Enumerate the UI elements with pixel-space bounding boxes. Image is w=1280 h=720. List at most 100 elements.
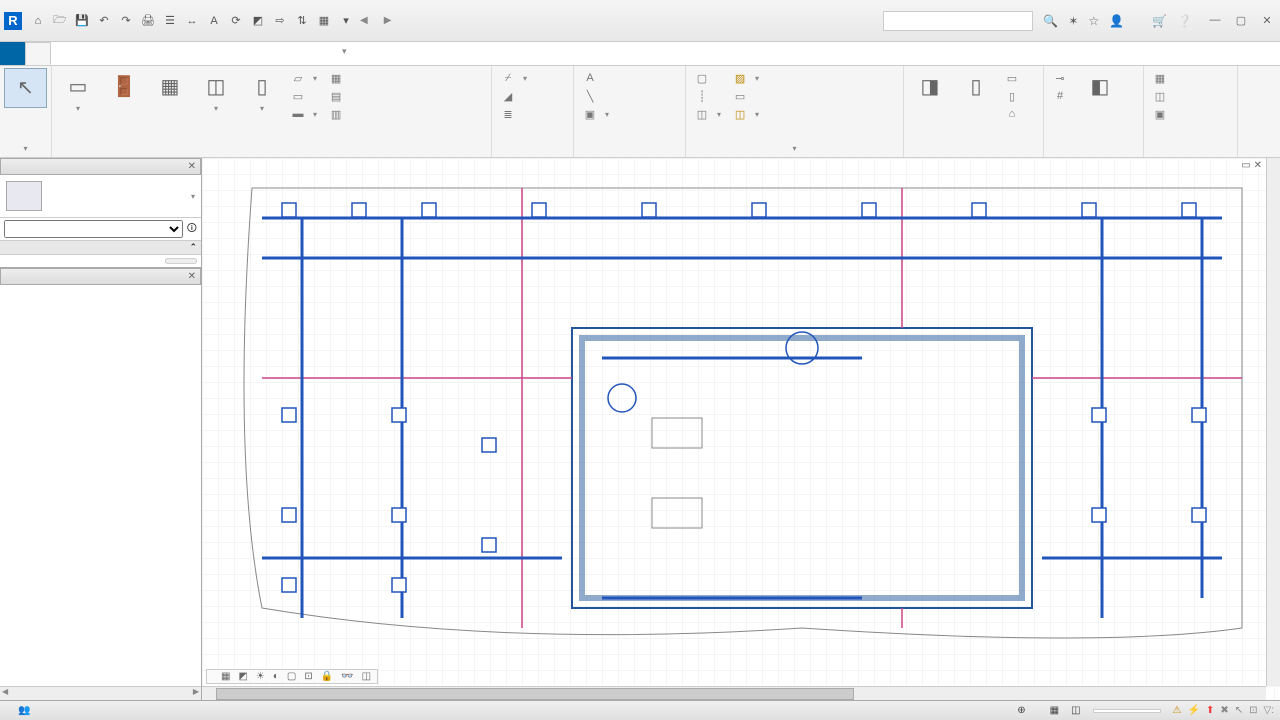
tab-manage[interactable] [251,42,276,65]
tag-room-button[interactable]: ◫ ▾ [692,106,724,122]
temp-hide-icon[interactable]: 👓 [339,671,355,682]
signin-label[interactable] [1132,19,1136,23]
canvas-scroll-v[interactable] [1266,158,1280,686]
stair-button[interactable]: ≣ [498,106,530,122]
tab-analyze[interactable] [151,42,176,65]
reveal-icon[interactable]: ◫ [360,671,373,682]
instance-selector[interactable] [4,220,183,238]
tab-file[interactable] [0,42,25,65]
ramp-button[interactable]: ◢ [498,88,530,104]
view-close-icon[interactable]: ▭ ✕ [1241,160,1262,171]
modify-button[interactable]: ↖ [4,68,47,108]
recent-chevron-icon[interactable]: ◀ [356,15,372,26]
dormer-button[interactable]: ⌂ [1002,106,1026,122]
status-i1[interactable]: ⚠ [1173,705,1182,716]
status-worksharing-icon[interactable]: 👥 [18,705,30,716]
status-coord-icon[interactable]: ⊕ [1017,705,1025,716]
tab-addins[interactable] [276,42,301,65]
text-icon[interactable]: A [204,11,224,31]
section-icon[interactable]: ◩ [248,11,268,31]
status-editable-icon[interactable]: ◫ [1071,705,1080,716]
drawing-canvas[interactable]: ▭ ✕ ▦ ◩ ☀ ◐ ▢ ⊡ 🔒 👓 ◫ [202,158,1280,700]
vertical-button[interactable]: ▯ [1002,88,1026,104]
close-icon[interactable]: ✕ [1258,14,1276,27]
curtain-system-button[interactable]: ▦ [326,70,350,86]
align-icon[interactable]: ↔ [182,11,202,31]
room-button[interactable]: ▢ [692,70,724,86]
status-i5[interactable]: ↖ [1235,705,1243,716]
room-separator-button[interactable]: ┊ [692,88,724,104]
wall-button[interactable]: ▭▾ [56,68,100,115]
properties-close-icon[interactable]: ✕ [188,161,196,172]
print-icon[interactable]: 🖨 [138,11,158,31]
sync-icon[interactable]: ⟳ [226,11,246,31]
shadow-icon[interactable]: ◐ [271,671,281,682]
tab-insert[interactable] [101,42,126,65]
qat-dropdown-icon[interactable]: ▾ [336,11,356,31]
tab-systems[interactable] [76,42,101,65]
nav-icon[interactable]: ⇨ [270,11,290,31]
status-filter-icon[interactable]: ▽: [1264,705,1274,716]
favorite-icon[interactable]: ☆ [1086,12,1101,30]
type-dropdown-icon[interactable]: ▾ [191,192,195,201]
tag-area-button[interactable]: ◫ ▾ [730,106,762,122]
show-button[interactable]: ▦ [1150,70,1174,86]
visual-style-icon[interactable]: ◩ [236,671,249,682]
tab-modify[interactable] [301,42,326,65]
lock-icon[interactable]: 🔒 [319,671,335,682]
level-button[interactable]: ⊸ [1050,70,1074,86]
area-boundary-button[interactable]: ▭ [730,88,762,104]
open-icon[interactable]: 🗁 [50,11,70,31]
signin-icon[interactable]: 👤 [1107,12,1126,30]
ref-plane-button[interactable]: ◫ [1150,88,1174,104]
redo-icon[interactable]: ↷ [116,11,136,31]
save-icon[interactable]: 💾 [72,11,92,31]
floor-button[interactable]: ▬ ▾ [288,106,320,122]
tab-architecture[interactable] [25,42,51,65]
crop-icon[interactable]: ▢ [285,671,298,682]
model-text-button[interactable]: A [580,70,612,86]
detail-level-icon[interactable]: ▦ [219,671,232,682]
mullion-button[interactable]: ▥ [326,106,350,122]
viewer-button[interactable]: ▣ [1150,106,1174,122]
status-i4[interactable]: ✖ [1220,705,1228,716]
area-button[interactable]: ▨ ▾ [730,70,762,86]
canvas-scroll-h[interactable] [202,686,1266,700]
minimize-icon[interactable]: — [1206,14,1224,27]
recent-forward-icon[interactable]: ▶ [380,15,396,26]
ribbon-expand-icon[interactable]: ▾ [330,42,360,65]
home-icon[interactable]: ⌂ [28,11,48,31]
status-i2[interactable]: ⚡ [1188,705,1200,716]
grid-button[interactable]: # [1050,88,1074,104]
crop-region-icon[interactable]: ⊡ [302,671,314,682]
search-input[interactable] [883,11,1033,31]
tab-massing[interactable] [176,42,201,65]
shaft-button[interactable]: ▯ [954,68,998,106]
sun-path-icon[interactable]: ☀ [254,671,267,682]
door-button[interactable]: 🚪 [102,68,146,106]
status-workset-icon[interactable]: ▦ [1050,705,1059,716]
opening-wall-button[interactable]: ▭ [1002,70,1026,86]
window-button[interactable]: ▦ [148,68,192,106]
comm-icon[interactable]: ✶ [1066,12,1080,30]
switch-icon[interactable]: ⇅ [292,11,312,31]
status-workset[interactable] [1093,709,1161,713]
column-button[interactable]: ▯▾ [240,68,284,115]
status-i3[interactable]: ⬆ [1206,705,1214,716]
browser-close-icon[interactable]: ✕ [188,271,196,282]
ceiling-button[interactable]: ▭ [288,88,320,104]
curtain-grid-button[interactable]: ▤ [326,88,350,104]
tab-view[interactable] [226,42,251,65]
set-button[interactable]: ◧ [1078,68,1122,106]
search-icon[interactable]: 🔍 [1041,12,1060,30]
railing-button[interactable]: ⌿ ▾ [498,70,530,86]
tab-collaborate[interactable] [201,42,226,65]
undo-icon[interactable]: ↶ [94,11,114,31]
tab-structure[interactable] [51,42,76,65]
model-group-button[interactable]: ▣ ▾ [580,106,612,122]
by-face-button[interactable]: ◨ [908,68,952,106]
maximize-icon[interactable]: ▢ [1232,14,1250,27]
tab-annotate[interactable] [126,42,151,65]
browser-scroll-h[interactable]: ◀ ▶ [0,686,201,700]
component-button[interactable]: ◫▾ [194,68,238,115]
